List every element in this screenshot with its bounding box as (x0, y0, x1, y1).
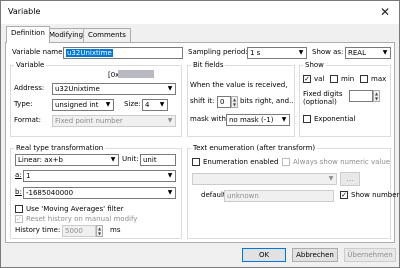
ok-button[interactable]: OK (242, 248, 286, 262)
always-show-checkbox[interactable] (282, 158, 290, 166)
close-icon[interactable]: ✕ (377, 4, 393, 20)
max-label: max (371, 75, 387, 83)
min-label: min (341, 75, 355, 83)
exponential-checkbox[interactable] (303, 115, 311, 123)
chevron-down-icon: ▼ (382, 49, 388, 56)
b-label: b: (15, 188, 22, 196)
show-as-value: REAL (348, 49, 366, 57)
apply-button[interactable]: Übernehmen (344, 248, 396, 262)
type-select[interactable]: unsigned int ▼ (52, 99, 114, 111)
val-label: val (314, 75, 325, 83)
reset-history-checkbox[interactable]: ✓ (15, 215, 23, 223)
unit-input[interactable]: unit (140, 154, 176, 166)
cancel-button[interactable]: Abbrechen (292, 248, 338, 262)
reset-history-label: Reset history on manual modify (26, 215, 138, 223)
unit-label: Unit: (122, 155, 139, 163)
transform-value: Linear: ax+b (18, 156, 63, 164)
mask-select[interactable]: no mask (-1) ▼ (226, 114, 290, 126)
chevron-down-icon: ▼ (298, 49, 304, 56)
variable-name-input[interactable]: u32Unixtime (63, 47, 183, 59)
bitfields-group-title: Bit fields (191, 61, 226, 69)
enum-select[interactable]: ▼ (192, 173, 337, 185)
moving-avg-checkbox[interactable] (15, 205, 23, 213)
chevron-down-icon: ▼ (167, 117, 173, 124)
tab-comments[interactable]: Comments (83, 28, 131, 42)
chevron-down-icon: ▼ (167, 85, 173, 92)
max-checkbox[interactable] (360, 75, 368, 83)
variable-dialog: Variable ✕ Definition Modifying Comments… (0, 0, 400, 268)
moving-avg-label: Use 'Moving Averages' filter (26, 205, 124, 213)
min-checkbox[interactable] (330, 75, 338, 83)
fixed-digits-input[interactable] (349, 90, 373, 102)
size-label: Size: (124, 100, 141, 108)
type-value: unsigned int (55, 101, 99, 109)
title-bar: Variable ✕ (1, 1, 399, 24)
chevron-down-icon: ▼ (110, 156, 116, 163)
chevron-down-icon: ▼ (328, 175, 334, 182)
chevron-down-icon: ▼ (105, 101, 111, 108)
history-time-input[interactable]: 5000 (62, 225, 96, 237)
redacted-address (118, 70, 154, 78)
chevron-down-icon: ▼ (167, 189, 173, 196)
tab-definition[interactable]: Definition (6, 26, 50, 43)
realtype-group-title: Real type transformation (14, 144, 106, 152)
variable-group-title: Variable (14, 61, 47, 69)
textenum-group-title: Text enumeration (after transform) (191, 144, 318, 152)
show-number-label: Show number (351, 191, 400, 199)
shift-spinner[interactable]: ▲ ▼ (231, 96, 238, 108)
fixed-digits-optional: (optional) (303, 98, 337, 106)
size-select[interactable]: 4 ▼ (142, 99, 168, 111)
chevron-down-icon: ▼ (167, 172, 173, 179)
address-label: Address: (14, 84, 45, 92)
history-time-unit: ms (110, 226, 121, 234)
window-title: Variable (8, 7, 41, 16)
bitfields-description: When the value is received, (190, 81, 288, 89)
shift-suffix: bits right, and.. (240, 97, 294, 105)
format-label: Format: (14, 116, 42, 124)
sampling-period-value: 1 s (250, 49, 261, 57)
tab-modifying[interactable]: Modifying (44, 28, 89, 42)
show-group-title: Show (303, 61, 326, 69)
definition-panel: Variable name: u32Unixtime Sampling peri… (5, 42, 399, 243)
mask-label: mask with: (190, 115, 229, 123)
a-value: 1 (26, 172, 31, 180)
address-select[interactable]: u32Unixtime ▼ (52, 83, 176, 95)
fixed-digits-label: Fixed digits (303, 90, 343, 98)
format-select[interactable]: Fixed point number ▼ (52, 115, 176, 127)
show-as-select[interactable]: REAL ▼ (345, 47, 391, 59)
type-label: Type: (14, 100, 33, 108)
history-time-spinner[interactable]: ▲ ▼ (96, 225, 103, 237)
show-number-checkbox[interactable]: ✓ (340, 191, 348, 199)
enum-enabled-label: Enumeration enabled (203, 158, 279, 166)
sampling-period-label: Sampling period: (188, 48, 248, 56)
exponential-label: Exponential (314, 115, 356, 123)
shift-label: shift it: (190, 97, 215, 105)
format-value: Fixed point number (55, 117, 123, 125)
chevron-down-icon: ▼ (159, 101, 165, 108)
enum-edit-button[interactable]: … (340, 172, 360, 186)
mask-value: no mask (-1) (229, 116, 274, 124)
default-input[interactable]: unknown (224, 190, 334, 202)
val-checkbox[interactable]: ✓ (303, 75, 311, 83)
b-value: -1685040000 (26, 189, 74, 197)
a-label: a: (15, 171, 22, 179)
fixed-digits-spinner[interactable]: ▲ ▼ (373, 90, 380, 102)
variable-name-label: Variable name: (12, 48, 65, 56)
shift-input[interactable]: 0 (217, 96, 231, 108)
show-as-label: Show as: (312, 48, 344, 56)
size-value: 4 (145, 101, 150, 109)
always-show-label: Always show numeric value (293, 158, 391, 166)
history-time-label: History time: (15, 226, 61, 234)
sampling-period-select[interactable]: 1 s ▼ (247, 47, 307, 59)
b-select[interactable]: -1685040000 ▼ (23, 187, 176, 199)
chevron-down-icon: ▼ (281, 116, 287, 123)
address-value: u32Unixtime (55, 85, 100, 93)
variable-name-value: u32Unixtime (66, 49, 113, 57)
a-select[interactable]: 1 ▼ (23, 170, 176, 182)
enum-enabled-checkbox[interactable] (192, 158, 200, 166)
transform-select[interactable]: Linear: ax+b ▼ (15, 154, 119, 166)
